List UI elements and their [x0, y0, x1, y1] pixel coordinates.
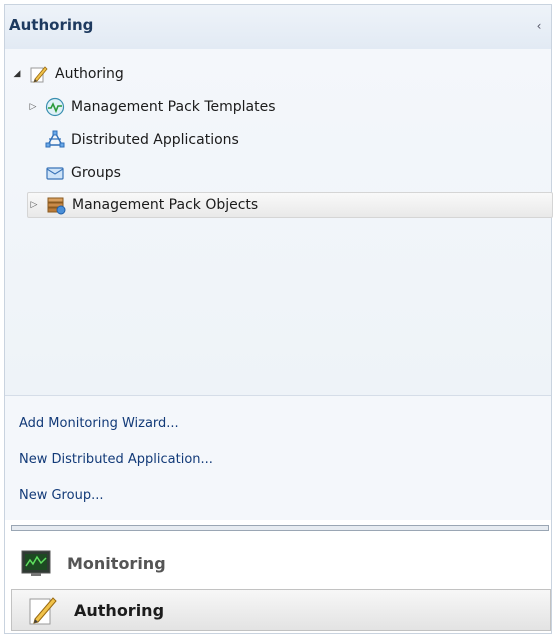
pane-title: Authoring [9, 16, 94, 34]
navigation-pane: Authoring ‹ ◢ Authoring ▷ Management Pac… [4, 4, 553, 634]
expand-arrow-icon[interactable]: ▷ [28, 200, 40, 210]
collapse-arrow-icon[interactable]: ◢ [11, 69, 23, 79]
pencil-document-icon [26, 593, 60, 627]
collapse-pane-button[interactable]: ‹ [533, 18, 545, 34]
pane-header: Authoring ‹ [5, 5, 551, 49]
authoring-tree: ◢ Authoring ▷ Management Pack Templates [5, 49, 553, 395]
tree-item-groups[interactable]: Groups [27, 160, 121, 186]
add-monitoring-wizard-link[interactable]: Add Monitoring Wizard... [19, 416, 179, 431]
new-distributed-application-link[interactable]: New Distributed Application... [19, 452, 213, 467]
tree-item-label: Authoring [55, 66, 124, 82]
pencil-document-icon [29, 64, 49, 84]
tree-item-label: Groups [71, 165, 121, 181]
wunderbar-monitoring-button[interactable]: Monitoring [5, 541, 551, 585]
template-wave-icon [45, 97, 65, 117]
tree-item-label: Distributed Applications [71, 132, 239, 148]
pane-splitter[interactable] [11, 525, 549, 531]
tree-item-label: Management Pack Objects [72, 197, 259, 213]
tree-item-label: Management Pack Templates [71, 99, 276, 115]
groups-icon [45, 163, 65, 183]
tree-item-management-pack-objects[interactable]: ▷ Management Pack Objects [27, 192, 553, 218]
wunderbar-label: Monitoring [67, 553, 166, 573]
new-group-link[interactable]: New Group... [19, 488, 103, 503]
tree-item-authoring[interactable]: ◢ Authoring [11, 61, 124, 87]
expand-arrow-icon[interactable]: ▷ [27, 102, 39, 112]
tree-item-management-pack-templates[interactable]: ▷ Management Pack Templates [27, 94, 276, 120]
tasks-panel: Add Monitoring Wizard... New Distributed… [5, 395, 551, 520]
tree-item-distributed-applications[interactable]: Distributed Applications [27, 127, 239, 153]
distributed-app-icon [45, 130, 65, 150]
wunderbar-label: Authoring [74, 600, 165, 620]
wunderbar-authoring-button[interactable]: Authoring [11, 589, 551, 631]
monitor-screen-icon [19, 546, 53, 580]
management-pack-objects-icon [46, 195, 66, 215]
